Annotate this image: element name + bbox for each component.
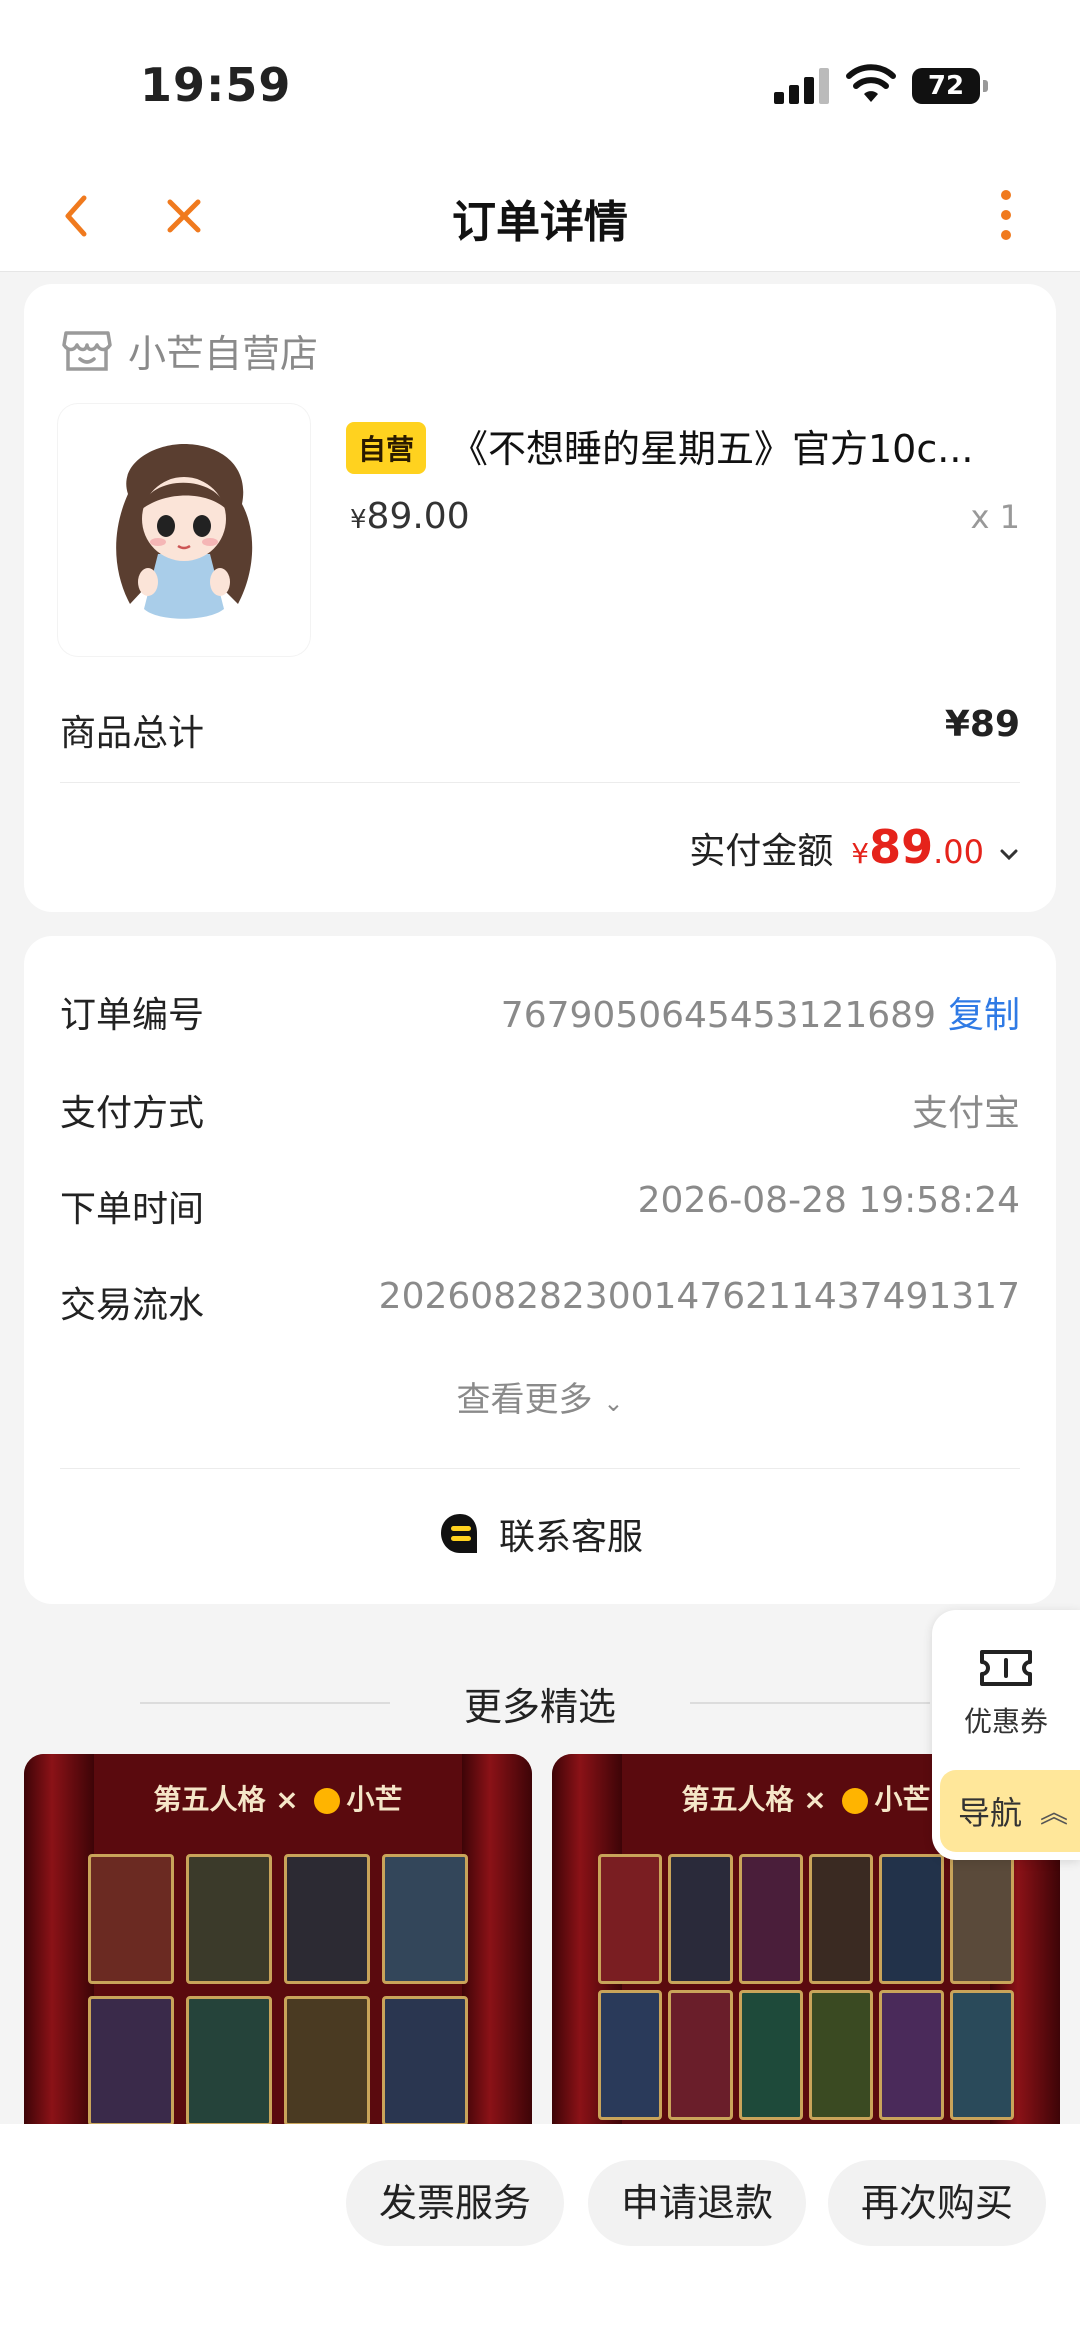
product-name[interactable]: 《不想睡的星期五》官方10c... <box>450 418 974 473</box>
battery-icon: 72 <box>912 68 988 104</box>
contact-service-button[interactable]: 联系客服 <box>24 1508 1056 1560</box>
price-value: 89.00 <box>366 496 470 537</box>
order-card: 小芒自营店 自营 《不想睡的星期五》官方10c... ¥89.00 x 1 商品… <box>24 284 1056 912</box>
store-icon <box>62 331 112 371</box>
product-image[interactable] <box>58 404 310 656</box>
card-grid <box>88 1854 468 2124</box>
subtotal-row: 商品总计 ¥89 <box>60 704 1020 756</box>
doll-illustration <box>116 444 253 619</box>
more-options-icon[interactable] <box>996 186 1016 246</box>
invoice-button[interactable]: 发票服务 <box>346 2160 564 2246</box>
chevron-down-icon <box>1000 849 1018 861</box>
info-row-transaction: 交易流水 2026082823001476211437491317 <box>60 1276 1020 1328</box>
price-symbol: ¥ <box>350 505 367 535</box>
order-number: 7679050645453121689 <box>500 995 936 1036</box>
copy-button[interactable]: 复制 <box>948 995 1020 1036</box>
page-title: 订单详情 <box>452 197 628 248</box>
status-time: 19:59 <box>140 58 292 112</box>
product-price: ¥89.00 <box>350 496 470 537</box>
see-more-button[interactable]: 查看更多 ⌄ <box>24 1372 1056 1421</box>
store-name: 小芒自营店 <box>128 331 319 376</box>
signal-icon <box>774 68 830 104</box>
rebuy-button[interactable]: 再次购买 <box>828 2160 1046 2246</box>
subtotal-label: 商品总计 <box>60 713 205 754</box>
see-more-label: 查看更多 <box>456 1380 593 1420</box>
ticket-icon <box>980 1650 1032 1686</box>
subtotal-value: ¥89 <box>944 704 1020 745</box>
contact-service-label: 联系客服 <box>498 1517 643 1558</box>
status-bar: 19:59 72 <box>0 0 1080 160</box>
nav-bar: 订单详情 <box>0 160 1080 272</box>
divider <box>60 782 1020 783</box>
paid-symbol: ¥ <box>851 837 870 870</box>
logo-left: 第五人格 <box>153 1783 266 1816</box>
refund-button[interactable]: 申请退款 <box>588 2160 806 2246</box>
logo-left: 第五人格 <box>681 1783 794 1816</box>
floating-widget: 优惠券 导航 ︽ <box>932 1610 1080 1860</box>
info-key: 订单编号 <box>60 995 205 1036</box>
wifi-icon <box>846 64 896 102</box>
info-row-payment: 支付方式 支付宝 <box>60 1084 1020 1136</box>
section-line <box>690 1702 930 1704</box>
paid-label: 实付金额 <box>689 831 834 872</box>
self-operated-badge: 自营 <box>346 422 427 474</box>
info-key: 支付方式 <box>60 1093 205 1134</box>
divider <box>60 1468 1020 1469</box>
info-value: 2026-08-28 19:58:24 <box>637 1180 1020 1221</box>
order-info-card: 订单编号 7679050645453121689 复制 支付方式 支付宝 下单时间… <box>24 936 1056 1604</box>
info-row-order-time: 下单时间 2026-08-28 19:58:24 <box>60 1180 1020 1232</box>
coupon-button[interactable]: 优惠券 <box>932 1646 1080 1740</box>
paid-amount-row[interactable]: 实付金额 ¥ 89 .00 <box>689 820 1020 874</box>
coupon-label: 优惠券 <box>963 1705 1048 1738</box>
info-row-order-number: 订单编号 7679050645453121689 复制 <box>60 986 1020 1038</box>
customer-service-icon <box>440 1514 477 1553</box>
store-link[interactable]: 小芒自营店 <box>60 324 318 376</box>
logo-right: 小芒 <box>874 1783 931 1816</box>
navigation-label: 导航 <box>958 1794 1023 1832</box>
collab-logo: 第五人格 × 小芒 <box>153 1783 403 1816</box>
info-key: 交易流水 <box>60 1285 205 1326</box>
info-value: 2026082823001476211437491317 <box>378 1276 1020 1317</box>
paid-integer: 89 <box>869 820 934 874</box>
paid-decimal: .00 <box>933 833 984 871</box>
product-quantity: x 1 <box>970 498 1020 536</box>
double-chevron-up-icon: ︽ <box>1040 1796 1069 1829</box>
chevron-down-icon: ⌄ <box>603 1389 624 1417</box>
navigation-button[interactable]: 导航 ︽ <box>940 1770 1080 1852</box>
recommend-card-1[interactable]: 第五人格 × 小芒 <box>24 1754 532 2124</box>
info-value: 支付宝 <box>911 1093 1020 1134</box>
info-key: 下单时间 <box>60 1189 205 1230</box>
logo-right: 小芒 <box>346 1783 403 1816</box>
card-grid <box>598 1854 1014 2120</box>
bottom-action-bar: 发票服务 申请退款 再次购买 <box>0 2124 1080 2348</box>
